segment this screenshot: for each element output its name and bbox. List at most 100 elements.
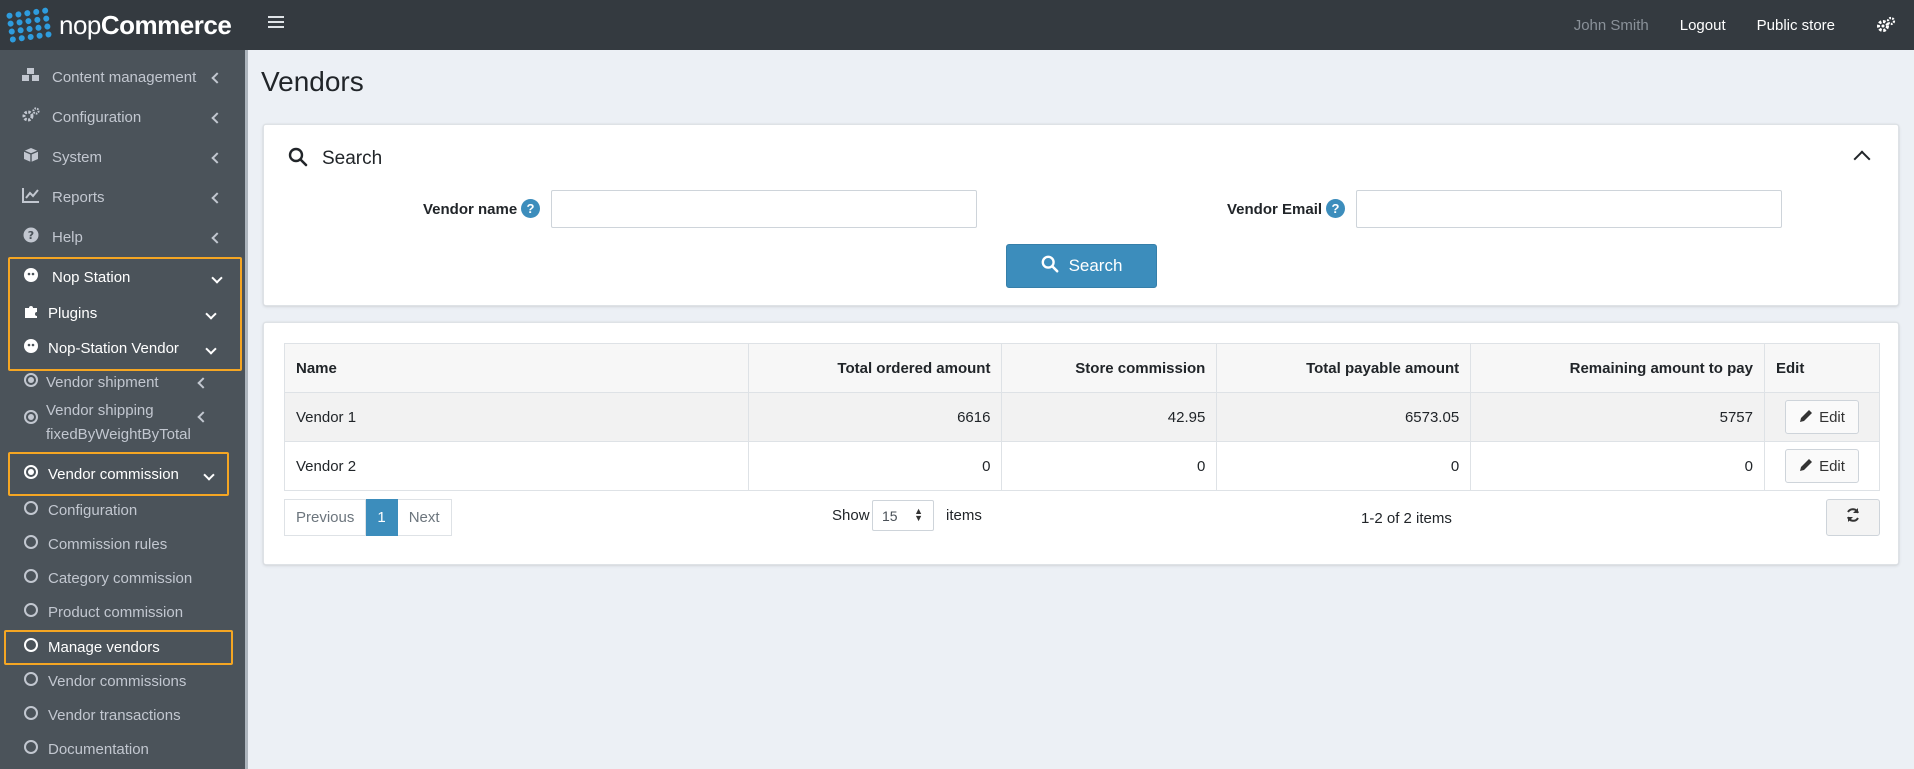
cubes-icon <box>20 67 42 88</box>
circle-icon <box>20 671 42 691</box>
sidebar-item-commission-rules[interactable]: Commission rules <box>0 530 245 558</box>
puzzle-icon <box>20 303 42 324</box>
total-payable-cell: 0 <box>1216 441 1472 491</box>
nopstation-icon <box>20 267 42 288</box>
page-title: Vendors <box>261 66 364 97</box>
sidebar-item-nop-station-vendor[interactable]: Nop-Station Vendor <box>0 334 245 362</box>
logo-mark-icon <box>6 7 53 43</box>
sidebar-item-vendor-shipment[interactable]: Vendor shipment <box>0 368 245 396</box>
remaining-cell: 0 <box>1470 441 1765 491</box>
sidebar-item-content-management[interactable]: Content management <box>0 63 245 91</box>
total-ordered-cell: 0 <box>747 441 1003 491</box>
page-size-select[interactable]: 15 ▲ ▼ <box>872 500 934 531</box>
svg-text:?: ? <box>28 229 34 242</box>
column-header-total-payable[interactable]: Total payable amount <box>1216 343 1472 393</box>
chevron-down-icon <box>205 305 217 321</box>
sidebar-item-configuration[interactable]: Configuration <box>0 103 245 131</box>
search-panel-title: Search <box>322 148 383 169</box>
dot-circle-icon <box>20 410 42 429</box>
question-circle-icon: ? <box>20 227 42 248</box>
column-header-name[interactable]: Name <box>284 343 749 393</box>
search-icon <box>288 147 308 171</box>
pagination-previous[interactable]: Previous <box>284 499 367 536</box>
chevron-left-icon <box>211 189 223 205</box>
table-header-row: Name Total ordered amount Store commissi… <box>284 343 1881 393</box>
circle-icon <box>20 534 42 554</box>
circle-icon <box>20 739 42 759</box>
pencil-icon <box>1799 409 1813 426</box>
vendor-email-label: Vendor Email <box>1227 201 1323 218</box>
vendor-name-cell: Vendor 1 <box>284 392 749 442</box>
menu-toggle-icon[interactable] <box>268 14 284 30</box>
vendor-name-input[interactable] <box>551 190 977 228</box>
logout-link[interactable]: Logout <box>1680 17 1726 34</box>
chevron-down-icon <box>211 269 223 285</box>
vendor-name-label: Vendor name <box>423 201 518 218</box>
chevron-left-icon <box>211 109 223 125</box>
search-button[interactable]: Search <box>1006 244 1157 288</box>
chevron-down-icon <box>205 340 217 356</box>
chevron-left-icon <box>211 69 223 85</box>
refresh-icon <box>1845 507 1861 528</box>
sidebar-item-nop-station[interactable]: Nop Station <box>0 263 245 291</box>
gears-icon <box>20 106 42 128</box>
store-commission-cell: 0 <box>1001 441 1218 491</box>
sidebar-item-vendor-transactions[interactable]: Vendor transactions <box>0 701 245 729</box>
refresh-button[interactable] <box>1826 499 1880 536</box>
sidebar-scrollbar[interactable] <box>245 50 248 769</box>
public-store-link[interactable]: Public store <box>1757 17 1835 34</box>
edit-button[interactable]: Edit <box>1785 400 1859 434</box>
help-icon[interactable]: ? <box>521 199 540 218</box>
remaining-cell: 5757 <box>1470 392 1765 442</box>
sidebar-item-vendor-shipping[interactable]: Vendor shipping fixedByWeightByTotal <box>0 402 245 450</box>
show-label: Show <box>832 507 870 524</box>
items-count-info: 1-2 of 2 items <box>1361 510 1452 527</box>
chevron-down-icon <box>203 466 215 482</box>
sidebar-item-category-commission[interactable]: Category commission <box>0 564 245 592</box>
sidebar-item-vendor-commission[interactable]: Vendor commission <box>0 460 245 488</box>
search-panel: Search Vendor name ? Vendor Email ? Sear… <box>263 124 1899 306</box>
sidebar-item-commission-configuration[interactable]: Configuration <box>0 496 245 524</box>
chevron-up-icon[interactable] <box>1853 150 1871 168</box>
edit-cell: Edit <box>1763 392 1881 442</box>
sidebar-item-reports[interactable]: Reports <box>0 183 245 211</box>
logo-text: nopCommerce <box>59 9 232 40</box>
sidebar-item-manage-vendors[interactable]: Manage vendors <box>0 633 245 661</box>
pagination-next[interactable]: Next <box>397 499 452 536</box>
line-chart-icon <box>20 187 42 208</box>
vendor-email-input[interactable] <box>1356 190 1782 228</box>
logo[interactable]: nopCommerce <box>0 0 245 50</box>
chevron-left-icon <box>197 374 209 390</box>
table-row: Vendor 1 6616 42.95 6573.05 5757 Edit <box>284 392 1881 442</box>
chevron-left-icon <box>211 229 223 245</box>
total-payable-cell: 6573.05 <box>1216 392 1472 442</box>
pencil-icon <box>1799 458 1813 475</box>
pagination-page-1[interactable]: 1 <box>366 499 398 536</box>
sidebar-item-system[interactable]: System <box>0 143 245 171</box>
sidebar-item-product-commission[interactable]: Product commission <box>0 598 245 626</box>
top-navbar: nopCommerce John Smith Logout Public sto… <box>0 0 1914 50</box>
circle-icon <box>20 602 42 622</box>
column-header-remaining[interactable]: Remaining amount to pay <box>1470 343 1765 393</box>
sidebar-item-documentation[interactable]: Documentation <box>0 735 245 763</box>
help-icon[interactable]: ? <box>1326 199 1345 218</box>
dot-circle-icon <box>20 464 42 484</box>
search-panel-header[interactable]: Search <box>288 147 382 171</box>
sidebar-item-plugins[interactable]: Plugins <box>0 299 245 327</box>
circle-icon <box>20 637 42 657</box>
vendors-grid-panel: Name Total ordered amount Store commissi… <box>263 322 1899 565</box>
chevron-left-icon <box>197 408 209 424</box>
sidebar-item-help[interactable]: ? Help <box>0 223 245 251</box>
column-header-store-commission[interactable]: Store commission <box>1001 343 1218 393</box>
edit-cell: Edit <box>1763 441 1881 491</box>
vendors-table: Name Total ordered amount Store commissi… <box>284 343 1881 491</box>
current-user-name: John Smith <box>1573 16 1649 34</box>
circle-icon <box>20 568 42 588</box>
edit-button[interactable]: Edit <box>1785 449 1859 483</box>
pagination: Previous 1 Next <box>284 499 452 536</box>
settings-gears-icon[interactable] <box>1866 16 1906 34</box>
sidebar-item-vendor-commissions[interactable]: Vendor commissions <box>0 667 245 695</box>
cube-icon <box>20 147 42 168</box>
column-header-total-ordered[interactable]: Total ordered amount <box>747 343 1003 393</box>
vendor-name-cell: Vendor 2 <box>284 441 749 491</box>
